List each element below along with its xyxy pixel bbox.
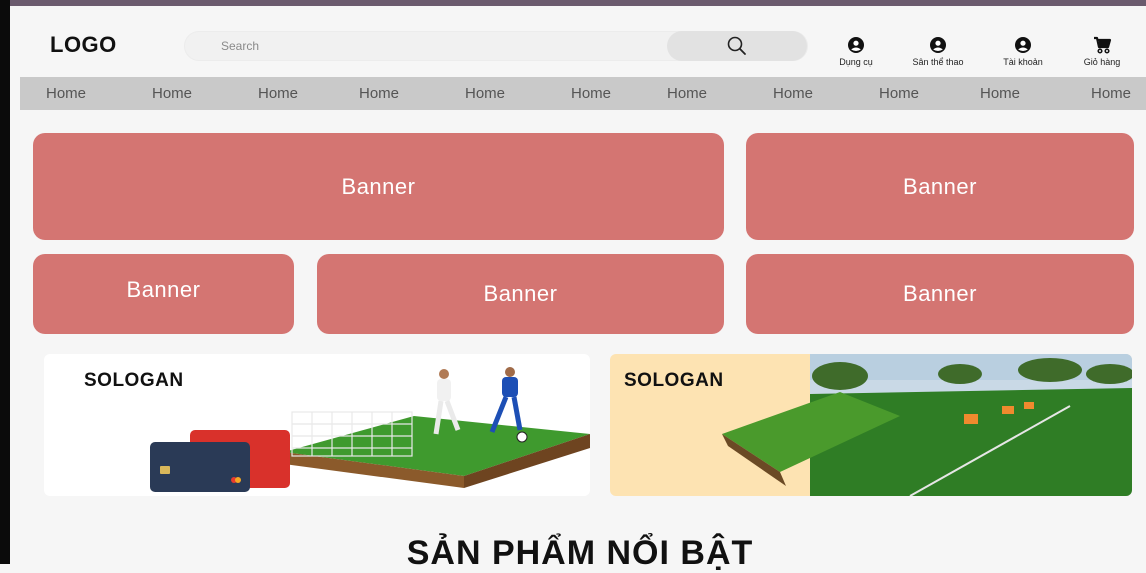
nav-item-home[interactable]: Home: [152, 85, 192, 102]
promo-slogan: SOLOGAN: [624, 370, 724, 391]
header-action-label: Sân thể thao: [912, 57, 964, 67]
search-button[interactable]: [667, 31, 807, 61]
user-circle-icon: [1015, 37, 1031, 53]
promo-slogan: SOLOGAN: [84, 370, 184, 391]
header-action-label: Dụng cụ: [839, 57, 873, 67]
user-circle-icon: [930, 37, 946, 53]
header-action-cart[interactable]: Giỏ hàng: [1070, 36, 1134, 67]
header-action-sports-field[interactable]: Sân thể thao: [898, 36, 978, 67]
site-logo[interactable]: LOGO: [50, 32, 117, 58]
section-title-featured-products: SẢN PHẨM NỔI BẬT: [406, 534, 754, 572]
nav-item-home[interactable]: Home: [258, 85, 298, 102]
header-action-label: Giỏ hàng: [1083, 57, 1121, 67]
header-action-equipment[interactable]: Dụng cụ: [830, 36, 882, 67]
nav-item-home[interactable]: Home: [571, 85, 611, 102]
search-icon: [727, 36, 746, 55]
nav-item-home[interactable]: Home: [46, 85, 86, 102]
banner-side[interactable]: Banner: [746, 133, 1134, 240]
cart-icon: [1094, 36, 1112, 54]
header-action-account[interactable]: Tài khoản: [990, 36, 1056, 67]
page: LOGO Dụng cụ Sân thể thao: [0, 0, 1146, 572]
main-nav: Home Home Home Home Home Home Home Home …: [20, 77, 1146, 110]
user-circle-icon: [848, 37, 864, 53]
banner-small-right[interactable]: Banner: [746, 254, 1134, 334]
nav-item-home[interactable]: Home: [667, 85, 707, 102]
promo-card-turf[interactable]: SOLOGAN: [610, 354, 1132, 496]
window-left-edge: [0, 0, 10, 564]
header-action-label: Tài khoản: [1003, 57, 1043, 67]
nav-item-home[interactable]: Home: [879, 85, 919, 102]
banner-main[interactable]: Banner: [33, 133, 724, 240]
banner-small-center[interactable]: Banner: [317, 254, 724, 334]
nav-item-home[interactable]: Home: [980, 85, 1020, 102]
nav-item-home[interactable]: Home: [1091, 85, 1131, 102]
promo-card-football[interactable]: SOLOGAN: [44, 354, 590, 496]
window-top-edge: [0, 0, 1146, 6]
search-bar: [184, 31, 808, 61]
nav-item-home[interactable]: Home: [465, 85, 505, 102]
search-input[interactable]: [221, 32, 661, 60]
nav-item-home[interactable]: Home: [773, 85, 813, 102]
nav-item-home[interactable]: Home: [359, 85, 399, 102]
banner-small-left[interactable]: Banner: [33, 254, 294, 334]
